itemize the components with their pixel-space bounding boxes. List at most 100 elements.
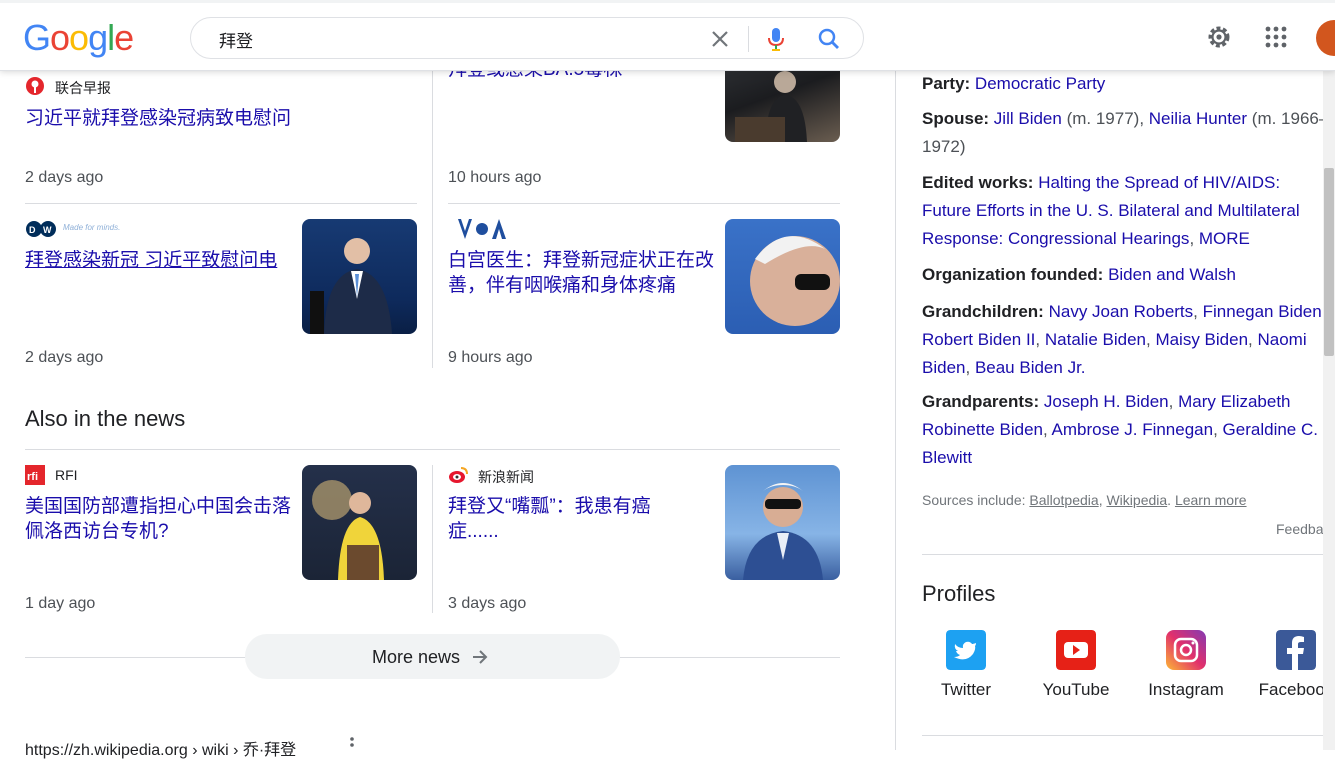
gear-icon (1208, 26, 1230, 48)
news-headline-link[interactable]: 习近平就拜登感染冠病致电慰问 (25, 106, 405, 131)
kp-grandparents-row: Grandparents: Joseph H. Biden, Mary Eliz… (922, 392, 1318, 467)
divider (25, 449, 840, 450)
profile-label: Twitter (940, 680, 992, 699)
kp-link[interactable]: Jill Biden (994, 109, 1062, 128)
kp-link[interactable]: Maisy Biden (1155, 330, 1248, 349)
profile-label: Instagram (1148, 680, 1224, 699)
news-headline-link[interactable]: 拜登又“嘴瓢”：我患有癌症...... (448, 494, 688, 544)
kp-link[interactable]: Robert Biden II (922, 330, 1035, 349)
divider (922, 554, 1335, 555)
kp-sources: Sources include: Ballotpedia, Wikipedia.… (922, 492, 1247, 508)
kp-link[interactable]: Ambrose J. Finnegan (1052, 420, 1214, 439)
kp-source-link[interactable]: Ballotpedia (1029, 492, 1098, 508)
dw-tagline: Made for minds. (63, 223, 121, 232)
kp-link[interactable]: Beau Biden Jr. (975, 358, 1086, 377)
kp-organization-row: Organization founded: Biden and Walsh (922, 261, 1335, 289)
instagram-icon (1166, 630, 1206, 670)
more-news-label: More news (372, 647, 461, 667)
search-button[interactable] (816, 26, 842, 52)
google-apps-button[interactable] (1264, 25, 1288, 49)
knowledge-panel: Party: Democratic Party Spouse: Jill Bid… (895, 70, 1335, 750)
close-icon (712, 31, 728, 47)
profile-twitter[interactable]: Twitter (916, 630, 1016, 700)
news-time: 2 days ago (25, 169, 104, 186)
kp-edited-works-row: Edited works: Halting the Spread of HIV/… (922, 173, 1300, 248)
search-divider (748, 26, 749, 52)
kp-label: Organization founded: (922, 265, 1104, 284)
news-headline-link[interactable]: 拜登感染新冠 习近平致慰问电 (25, 248, 287, 273)
kp-label: Party: (922, 74, 971, 93)
clear-button[interactable] (707, 26, 733, 52)
profile-facebook[interactable]: Facebook (1246, 630, 1335, 700)
news-time: 10 hours ago (448, 169, 542, 186)
sina-weibo-logo-icon (448, 465, 468, 485)
more-news-button[interactable]: More news (245, 634, 620, 679)
svg-text:rfi: rfi (27, 471, 38, 483)
twitter-icon (946, 630, 986, 670)
news-source: RFI (55, 467, 78, 483)
kp-link[interactable]: Biden and Walsh (1108, 265, 1236, 284)
youtube-icon (1056, 630, 1096, 670)
search-icon (818, 28, 839, 49)
kp-sources-label: Sources include: (922, 492, 1026, 508)
zaobao-logo-icon (25, 76, 45, 96)
voa-logo-icon (458, 219, 510, 239)
rfi-logo-icon: rfi (25, 465, 45, 485)
also-in-news-heading: Also in the news (25, 406, 186, 431)
kp-note: (m. 1977) (1066, 109, 1140, 128)
kp-link[interactable]: Joseph H. Biden (1044, 392, 1169, 411)
arrow-right-icon (473, 650, 488, 664)
divider (922, 735, 1335, 736)
news-source: 联合早报 (55, 80, 111, 96)
news-thumbnail-image[interactable] (302, 219, 417, 334)
search-header: Google (0, 0, 1335, 71)
news-headline-link[interactable]: 白宫医生：拜登新冠症状正在改善，伴有咽喉痛和身体疼痛 (448, 248, 714, 298)
news-source: 新浪新闻 (478, 469, 534, 485)
facebook-icon (1276, 630, 1316, 670)
news-time: 1 day ago (25, 595, 96, 612)
search-input[interactable] (217, 27, 661, 51)
kp-label: Edited works: (922, 173, 1034, 192)
divider (25, 203, 417, 204)
kp-link[interactable]: Democratic Party (975, 74, 1105, 93)
news-time: 9 hours ago (448, 349, 533, 366)
svg-text:W: W (43, 225, 52, 235)
kp-link[interactable]: Navy Joan Roberts (1049, 302, 1194, 321)
kp-link[interactable]: Natalie Biden (1045, 330, 1146, 349)
kp-label: Grandparents: (922, 392, 1040, 411)
kp-link[interactable]: Neilia Hunter (1149, 109, 1247, 128)
kp-label: Grandchildren: (922, 302, 1044, 321)
kp-label: Spouse: (922, 109, 990, 128)
column-divider (432, 70, 433, 368)
top-border (0, 0, 1335, 3)
settings-button[interactable] (1205, 23, 1233, 51)
news-time: 3 days ago (448, 595, 527, 612)
column-divider (432, 465, 433, 613)
kp-more-link[interactable]: MORE (1199, 229, 1250, 248)
profile-label: YouTube (1042, 680, 1110, 699)
kp-source-link[interactable]: Wikipedia (1106, 492, 1167, 508)
news-thumbnail-image[interactable] (725, 219, 840, 334)
kp-spouse-row: Spouse: Jill Biden (m. 1977), Neilia Hun… (922, 109, 1329, 156)
profile-instagram[interactable]: Instagram (1136, 630, 1236, 700)
kp-link[interactable]: Finnegan Biden (1203, 302, 1322, 321)
apps-grid-icon (1265, 26, 1287, 48)
result-url[interactable]: https://zh.wikipedia.org › wiki › 乔·拜登 (25, 736, 296, 760)
voice-search-button[interactable] (764, 26, 788, 52)
microphone-icon (768, 28, 784, 51)
more-options-icon[interactable] (346, 736, 358, 750)
scrollbar-thumb[interactable] (1324, 168, 1334, 356)
news-headline-link[interactable]: 美国国防部遭指担心中国会击落佩洛西访台专机? (25, 494, 293, 544)
news-thumbnail-image[interactable] (725, 465, 840, 580)
google-logo[interactable]: Google (23, 17, 134, 59)
account-avatar[interactable] (1316, 20, 1335, 56)
svg-text:D: D (29, 225, 36, 235)
divider (448, 203, 840, 204)
search-box (190, 17, 864, 59)
kp-grandchildren-row: Grandchildren: Navy Joan Roberts, Finneg… (922, 302, 1326, 377)
news-thumbnail-image[interactable] (302, 465, 417, 580)
profiles-heading: Profiles (922, 581, 996, 606)
profile-youtube[interactable]: YouTube (1026, 630, 1126, 700)
kp-learn-more-link[interactable]: Learn more (1175, 492, 1247, 508)
news-time: 2 days ago (25, 349, 104, 366)
